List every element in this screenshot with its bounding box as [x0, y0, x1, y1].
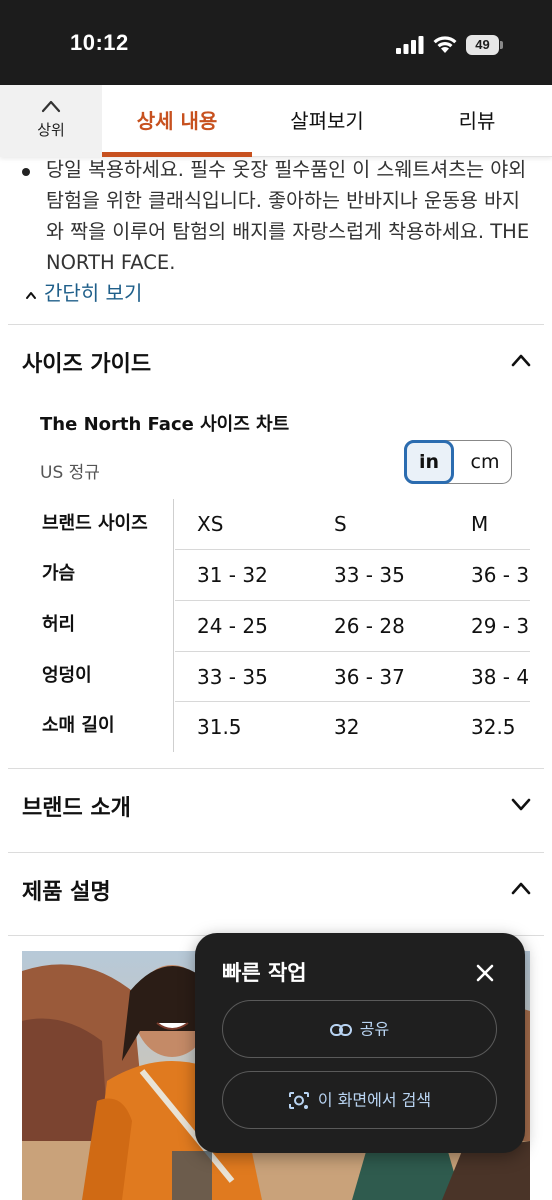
size-table-row-labels: 브랜드 사이즈 가슴 허리 엉덩이 소매 길이 [22, 499, 174, 752]
row-label-waist: 허리 [42, 614, 76, 635]
row-label-sleeve: 소매 길이 [42, 715, 115, 736]
back-to-top-button[interactable]: 상위 [0, 85, 102, 157]
detail-tab-nav: 상위 상세 내용 살펴보기 리뷰 [0, 85, 552, 157]
size-header-m: M [471, 512, 489, 536]
size-guide-header[interactable]: 사이즈 가이드 [22, 342, 532, 382]
battery-icon: 49 [466, 35, 504, 55]
size-chart-title: The North Face 사이즈 차트 [40, 414, 290, 435]
close-icon[interactable] [473, 961, 497, 985]
table-cell: 36 - 38 [471, 563, 530, 587]
table-cell: 36 - 37 [334, 665, 405, 689]
divider [8, 324, 544, 325]
table-cell: 38 - 40 [471, 665, 530, 689]
back-to-top-label: 상위 [37, 121, 65, 139]
divider [8, 768, 544, 769]
status-bar: 10:12 49 [0, 0, 552, 85]
description-bullet-text: 당일 복용하세요. 필수 옷장 필수품인 이 스웨트셔츠는 야외 탐험을 위한 … [46, 158, 530, 274]
tab-explore[interactable]: 살펴보기 [252, 85, 402, 157]
chevron-up-icon [511, 354, 531, 367]
size-region-label: US 정규 [40, 463, 100, 483]
brand-size-header: 브랜드 사이즈 [42, 513, 148, 534]
product-description-header[interactable]: 제품 설명 [22, 870, 532, 910]
product-description-title: 제품 설명 [22, 880, 111, 905]
share-button[interactable]: 공유 [222, 1000, 497, 1058]
battery-level: 49 [466, 35, 499, 55]
table-cell: 31 - 32 [197, 563, 268, 587]
row-label-hip: 엉덩이 [42, 665, 92, 686]
lens-search-icon [288, 1091, 309, 1109]
divider [8, 852, 544, 853]
active-tab-indicator [102, 152, 252, 157]
tab-details[interactable]: 상세 내용 [102, 85, 252, 157]
bullet-marker [22, 168, 30, 176]
search-screen-label: 이 화면에서 검색 [317, 1090, 432, 1110]
size-header-xs: XS [197, 512, 224, 536]
brand-intro-header[interactable]: 브랜드 소개 [22, 786, 532, 826]
wifi-icon [433, 36, 457, 53]
tab-reviews[interactable]: 리뷰 [402, 85, 552, 157]
table-cell: 33 - 35 [197, 665, 268, 689]
cellular-signal-icon [396, 36, 424, 54]
brand-intro-title: 브랜드 소개 [22, 796, 131, 821]
table-cell: 29 - 31 [471, 614, 530, 638]
table-cell: 33 - 35 [334, 563, 405, 587]
chevron-up-icon [41, 100, 61, 113]
table-cell: 31.5 [197, 715, 242, 739]
unit-in-button[interactable]: in [404, 440, 454, 484]
status-time: 10:12 [70, 30, 129, 55]
chevron-down-icon [511, 798, 531, 811]
row-label-chest: 가슴 [42, 563, 76, 584]
unit-cm-button[interactable]: cm [457, 441, 513, 483]
share-label: 공유 [359, 1019, 390, 1039]
table-cell: 32.5 [471, 715, 516, 739]
show-less-label: 간단히 보기 [44, 281, 143, 305]
show-less-link[interactable]: 간단히 보기 [24, 277, 142, 305]
size-header-s: S [334, 512, 347, 536]
caret-up-icon [26, 291, 36, 299]
size-guide-title: 사이즈 가이드 [22, 352, 152, 377]
table-cell: 32 [334, 715, 360, 739]
link-icon [329, 1023, 352, 1036]
search-screen-button[interactable]: 이 화면에서 검색 [222, 1071, 497, 1129]
size-table[interactable]: 브랜드 사이즈 가슴 허리 엉덩이 소매 길이 XS S M 31 - 32 3… [22, 499, 530, 752]
chevron-up-icon [511, 882, 531, 895]
table-cell: 26 - 28 [334, 614, 405, 638]
unit-toggle: in cm [404, 440, 512, 484]
quick-actions-title: 빠른 작업 [222, 961, 307, 985]
table-cell: 24 - 25 [197, 614, 268, 638]
quick-actions-panel: 빠른 작업 공유 이 화면에서 검색 [195, 933, 525, 1153]
